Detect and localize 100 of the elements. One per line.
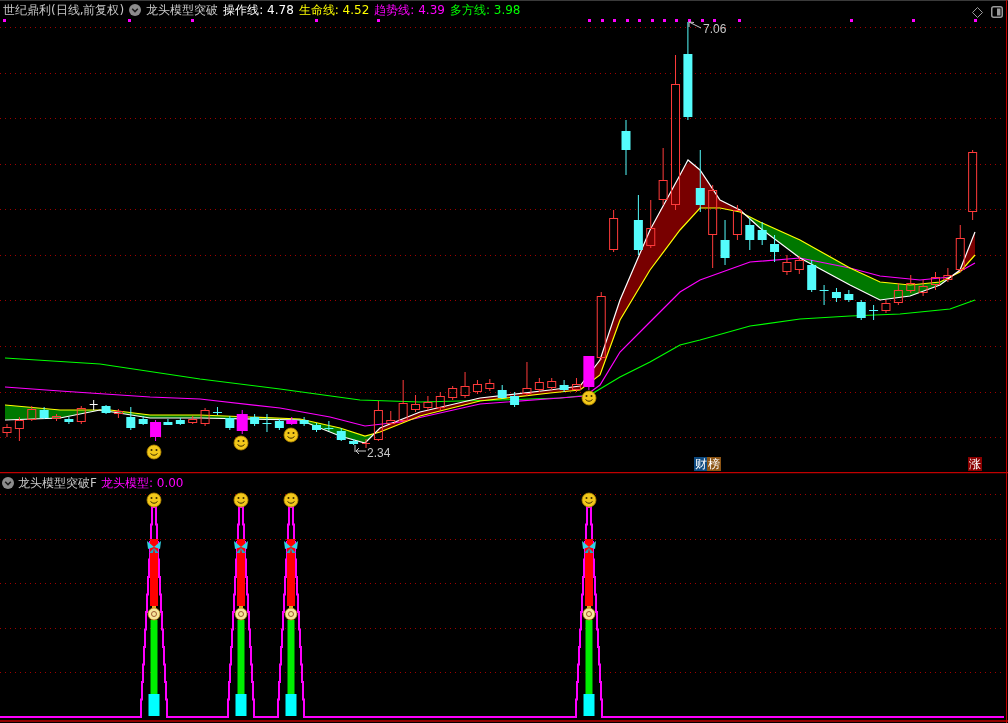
chevron-down-icon[interactable]	[2, 477, 14, 489]
rising-candle	[361, 438, 371, 449]
falling-candle	[856, 299, 866, 321]
falling-candle	[770, 234, 780, 263]
falling-candle	[831, 287, 841, 303]
rising-candle	[460, 371, 470, 399]
falling-candle	[720, 219, 730, 266]
indicator-reading: 多方线: 3.98	[449, 2, 521, 18]
leader-arrow	[688, 21, 702, 29]
chevron-down-icon[interactable]	[129, 4, 142, 16]
falling-candle	[868, 304, 879, 321]
chart-title: 世纪鼎利(日线,前复权)	[3, 2, 125, 18]
indicator-reading: 龙头模型: 0.00	[100, 475, 184, 491]
diamond-icon[interactable]	[972, 6, 983, 18]
money-bag-icon	[582, 606, 596, 621]
smiley-icon	[581, 492, 597, 508]
signal-candle	[583, 355, 595, 391]
rising-candle	[782, 254, 792, 276]
chart-tag: 财	[694, 457, 708, 471]
rising-candle	[794, 255, 804, 275]
falling-candle	[274, 418, 284, 431]
falling-candle	[633, 194, 643, 256]
butterfly-icon	[582, 541, 596, 553]
rising-candle	[646, 199, 656, 249]
falling-candle	[64, 416, 74, 425]
base-block	[285, 694, 297, 716]
rising-candle	[596, 291, 606, 361]
rising-candle	[27, 405, 37, 422]
indicator-reading: 生命线: 4.52	[298, 2, 370, 18]
falling-candle	[510, 391, 520, 408]
leader-arrow	[354, 444, 367, 455]
falling-candle	[126, 406, 136, 431]
signal-candle	[286, 416, 298, 426]
signal-bar	[236, 539, 246, 606]
base-block	[235, 694, 247, 716]
signal-bar	[149, 539, 159, 606]
rising-candle	[943, 267, 953, 283]
signal-bar	[584, 539, 594, 606]
rising-candle	[472, 379, 482, 395]
smiley-icon	[581, 390, 597, 406]
high-price-label: 7.06	[703, 22, 727, 36]
rising-candle	[398, 379, 408, 423]
rising-candle	[435, 391, 445, 411]
falling-candle	[101, 404, 111, 415]
smiley-icon	[233, 435, 249, 451]
rising-candle	[373, 400, 383, 442]
rising-candle	[572, 377, 581, 393]
falling-candle	[163, 418, 173, 426]
money-bag-icon	[147, 606, 161, 621]
rising-candle	[411, 394, 421, 413]
signal-bar	[286, 539, 296, 606]
signal-candle	[236, 409, 248, 435]
falling-candle	[39, 406, 49, 420]
signal-candle	[150, 419, 162, 442]
falling-candle	[695, 149, 705, 213]
falling-candle	[349, 438, 359, 446]
rising-candle	[547, 377, 557, 391]
falling-candle	[262, 413, 272, 433]
falling-candle	[559, 379, 569, 393]
rising-candle	[2, 423, 12, 438]
falling-candle	[497, 384, 507, 400]
rising-candle	[955, 224, 965, 273]
rising-candle	[113, 408, 123, 419]
rising-candle	[658, 147, 668, 206]
rising-candle	[732, 204, 742, 241]
falling-candle	[250, 413, 260, 427]
rising-candle	[52, 413, 61, 422]
falling-candle	[138, 415, 148, 426]
rising-candle	[522, 361, 532, 397]
falling-candle	[299, 416, 309, 427]
chart-tag: 榜	[707, 457, 721, 471]
money-bag-icon	[234, 606, 248, 621]
base-block	[583, 694, 595, 716]
indicator-reading: 操作线: 4.78	[223, 2, 294, 18]
falling-candle	[819, 284, 830, 306]
rising-candle	[609, 209, 619, 253]
smiley-icon	[146, 492, 162, 508]
money-bag-icon	[284, 606, 298, 621]
rising-candle	[188, 415, 198, 425]
chart-tag: 涨	[968, 457, 982, 471]
falling-candle	[844, 289, 854, 303]
rising-candle	[14, 416, 24, 442]
rising-candle	[423, 395, 433, 411]
panel-icon[interactable]	[991, 6, 1003, 18]
falling-candle	[225, 415, 235, 431]
falling-candle	[323, 420, 334, 432]
falling-candle	[212, 406, 223, 416]
smiley-icon	[233, 492, 249, 508]
smiley-icon	[283, 492, 299, 508]
rising-candle	[893, 282, 903, 306]
indicator-name: 龙头模型突破F	[18, 475, 97, 491]
base-block	[148, 694, 160, 716]
butterfly-icon	[284, 541, 298, 553]
falling-candle	[336, 427, 346, 442]
rising-candle	[906, 274, 916, 294]
rising-candle	[485, 378, 495, 392]
rising-candle	[881, 299, 891, 314]
rising-candle	[968, 149, 978, 221]
falling-candle	[621, 119, 631, 176]
smiley-icon	[283, 427, 299, 443]
